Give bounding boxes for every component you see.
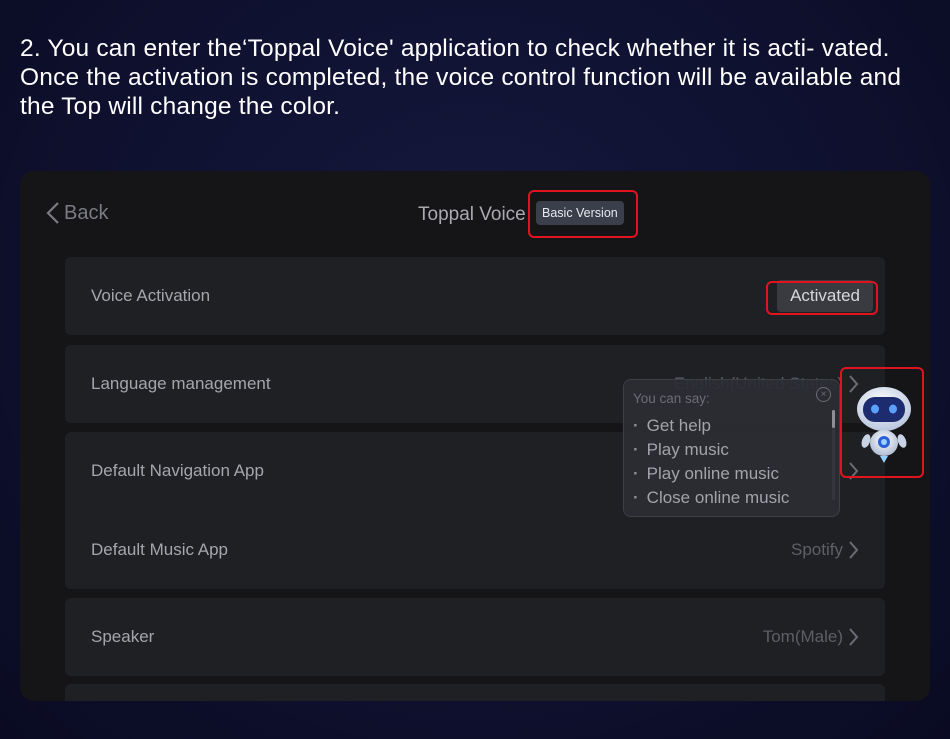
chevron-left-icon [46, 202, 59, 224]
bubble-scrollbar[interactable] [832, 410, 835, 500]
music-app-value: Spotify [791, 540, 843, 559]
navigation-app-label: Default Navigation App [91, 461, 264, 480]
highlight-badge [528, 190, 638, 238]
highlight-robot [840, 367, 924, 478]
back-label: Back [64, 201, 109, 224]
speaker-card: Speaker Tom(Male) [65, 598, 885, 676]
bubble-title: You can say: [633, 391, 710, 406]
voice-activation-card: Voice Activation Activated [65, 257, 885, 335]
music-app-row[interactable]: Default Music App Spotify [65, 511, 885, 589]
speaker-row[interactable]: Speaker Tom(Male) [65, 598, 885, 676]
highlight-activated [766, 281, 878, 315]
chevron-right-icon [849, 628, 859, 646]
voice-suggestion-bubble: You can say: × Get help Play music Play … [623, 379, 840, 517]
suggestion-item[interactable]: Play music [633, 438, 789, 462]
suggestion-item[interactable]: Get help [633, 414, 789, 438]
close-icon[interactable]: × [816, 387, 831, 402]
instruction-text: 2. You can enter the‘Toppal Voice' appli… [20, 35, 902, 120]
back-button[interactable]: Back [46, 201, 108, 225]
chevron-right-icon [849, 541, 859, 559]
suggestion-item[interactable]: Close online music [633, 486, 790, 510]
top-bar: Back Toppal Voice Basic Version [20, 171, 930, 257]
suggestion-list: Get help Play music Play online music Cl… [633, 414, 790, 510]
suggestion-item[interactable]: Play online music [633, 462, 789, 486]
language-label: Language management [91, 374, 271, 393]
speaker-label: Speaker [91, 627, 155, 646]
page-title: Toppal Voice [418, 204, 526, 225]
next-card [65, 684, 885, 701]
music-app-label: Default Music App [91, 540, 229, 559]
voice-activation-row[interactable]: Voice Activation Activated [65, 257, 885, 335]
voice-activation-label: Voice Activation [91, 286, 211, 305]
speaker-value: Tom(Male) [762, 627, 843, 646]
